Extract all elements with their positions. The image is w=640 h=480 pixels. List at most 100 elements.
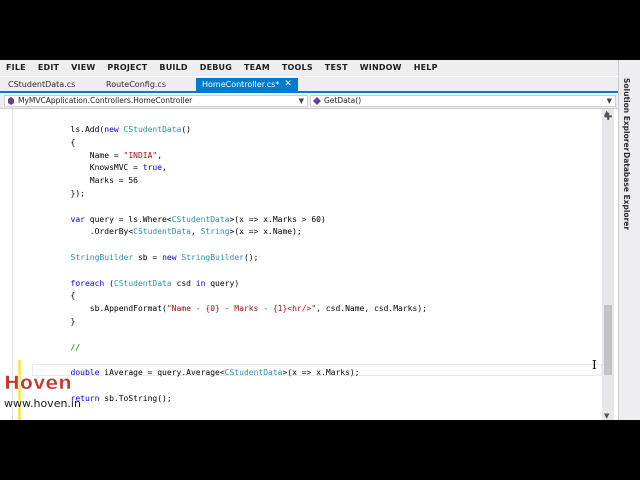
code-token: (: [104, 278, 114, 288]
code-token: }: [32, 317, 76, 326]
code-line: Marks = 56: [32, 175, 138, 187]
code-token: "INDIA": [123, 150, 158, 160]
tab-routeconfig[interactable]: RouteConfig.cs: [100, 78, 172, 91]
menu-project[interactable]: PROJECT: [101, 60, 153, 76]
code-line: //: [32, 342, 81, 354]
code-token: CStudentData: [113, 278, 172, 288]
code-token: in: [195, 278, 206, 288]
code-token: sb.ToString();: [99, 393, 172, 403]
code-token: , csd.Name, csd.Marks);: [316, 304, 427, 314]
code-token: String: [200, 227, 230, 237]
code-token: CStudentData: [224, 368, 283, 378]
code-token: query): [205, 278, 240, 288]
member-dropdown-value: GetData(): [324, 96, 362, 105]
code-token: new: [162, 253, 177, 262]
code-line: double iAverage = query.Average<CStudent…: [32, 367, 360, 379]
menu-help[interactable]: HELP: [408, 60, 444, 76]
side-tool-panel: Solution Explorer Database Explorer: [618, 60, 640, 420]
method-icon: [313, 97, 321, 105]
code-token: ,: [157, 150, 163, 160]
code-token: Marks = 56: [32, 176, 138, 186]
code-token: //: [70, 342, 81, 352]
code-token: csd: [171, 278, 196, 288]
code-token: CStudentData: [123, 125, 182, 134]
tab-homecontroller[interactable]: HomeController.cs* ✕: [196, 78, 298, 91]
code-token: CStudentData: [171, 214, 230, 224]
menu-test[interactable]: TEST: [319, 60, 354, 76]
code-line: .OrderBy<CStudentData, String>(x => x.Na…: [32, 226, 302, 238]
member-dropdown[interactable]: GetData() ▼: [310, 95, 616, 107]
code-token: foreach: [70, 278, 105, 288]
code-token: "Name - {0} - Marks - {1}<hr/>": [166, 304, 317, 314]
code-token: var: [70, 214, 85, 224]
code-token: {: [32, 291, 76, 301]
code-token: StringBuilder: [70, 253, 134, 262]
close-icon[interactable]: ✕: [284, 78, 292, 91]
menu-file[interactable]: FILE: [0, 60, 32, 76]
tab-label: RouteConfig.cs: [106, 80, 166, 89]
code-token: });: [32, 189, 85, 198]
code-line: {: [32, 137, 76, 149]
code-line: }: [32, 316, 76, 328]
class-icon: [7, 97, 15, 105]
watermark-logo: Hoven www.hoven.in: [4, 372, 81, 410]
code-token: ();: [243, 253, 259, 262]
visual-studio-window: FILE EDIT VIEW PROJECT BUILD DEBUG TEAM …: [0, 60, 640, 420]
code-line: StringBuilder sb = new StringBuilder();: [32, 252, 259, 264]
split-icon[interactable]: ✚: [604, 112, 612, 123]
code-line: ls.Add(new CStudentData(): [32, 124, 191, 136]
menu-build[interactable]: BUILD: [153, 60, 193, 76]
code-token: sb =: [133, 253, 163, 262]
tab-cstudentdata[interactable]: CStudentData.cs: [2, 78, 81, 91]
class-dropdown-value: MyMVCApplication.Controllers.HomeControl…: [18, 96, 193, 105]
vertical-scrollbar[interactable]: ▲ ▼: [602, 109, 614, 420]
chevron-down-icon: ▼: [298, 97, 304, 105]
menu-team[interactable]: TEAM: [238, 60, 276, 76]
code-token: StringBuilder: [181, 253, 244, 262]
text-cursor-icon: I: [592, 358, 597, 372]
scrollbar-thumb[interactable]: [604, 305, 612, 375]
code-line: {: [32, 290, 76, 302]
code-token: CStudentData: [133, 227, 191, 237]
code-token: sb.AppendFormat(: [32, 304, 167, 314]
navigation-bar: MyMVCApplication.Controllers.HomeControl…: [0, 94, 618, 109]
menu-view[interactable]: VIEW: [65, 60, 101, 76]
database-explorer-tab[interactable]: Database Explorer: [622, 152, 631, 230]
tab-label: CStudentData.cs: [8, 80, 76, 89]
code-line: KnowsMVC = true,: [32, 162, 167, 174]
code-token: .OrderBy<: [32, 227, 134, 237]
code-token: ls.Add(: [32, 125, 105, 134]
code-line: Name = "INDIA",: [32, 150, 162, 162]
menu-debug[interactable]: DEBUG: [194, 60, 238, 76]
solution-explorer-tab[interactable]: Solution Explorer: [622, 78, 631, 151]
code-token: true: [142, 163, 163, 173]
menu-bar: FILE EDIT VIEW PROJECT BUILD DEBUG TEAM …: [0, 60, 618, 76]
menu-tools[interactable]: TOOLS: [276, 60, 319, 76]
watermark-brand: Hoven: [4, 372, 72, 395]
document-tabs: CStudentData.cs RouteConfig.cs HomeContr…: [0, 77, 618, 93]
code-line: foreach (CStudentData csd in query): [32, 278, 240, 290]
code-line: sb.AppendFormat("Name - {0} - Marks - {1…: [32, 303, 427, 315]
code-token: ,: [190, 227, 201, 237]
code-token: >(x => x.Marks);: [282, 368, 360, 378]
code-token: >(x => x.Name);: [229, 227, 302, 237]
code-token: iAverage = query.Average<: [99, 368, 225, 378]
menu-window[interactable]: WINDOW: [354, 60, 408, 76]
class-dropdown[interactable]: MyMVCApplication.Controllers.HomeControl…: [4, 95, 308, 107]
tab-label: HomeController.cs*: [202, 80, 280, 89]
watermark-url: www.hoven.in: [4, 397, 81, 410]
code-token: KnowsMVC =: [32, 163, 143, 173]
code-token: >(x => x.Marks > 60): [229, 214, 326, 224]
code-token: query = ls.Where<: [84, 214, 172, 224]
code-line: });: [32, 188, 85, 200]
scroll-down-icon[interactable]: ▼: [604, 412, 609, 420]
chevron-down-icon: ▼: [606, 97, 612, 105]
code-line: var query = ls.Where<CStudentData>(x => …: [32, 214, 326, 226]
menu-edit[interactable]: EDIT: [32, 60, 65, 76]
code-token: Name =: [32, 150, 124, 160]
code-editor[interactable]: ls.Add(new CStudentData() { Name = "INDI…: [32, 109, 602, 420]
